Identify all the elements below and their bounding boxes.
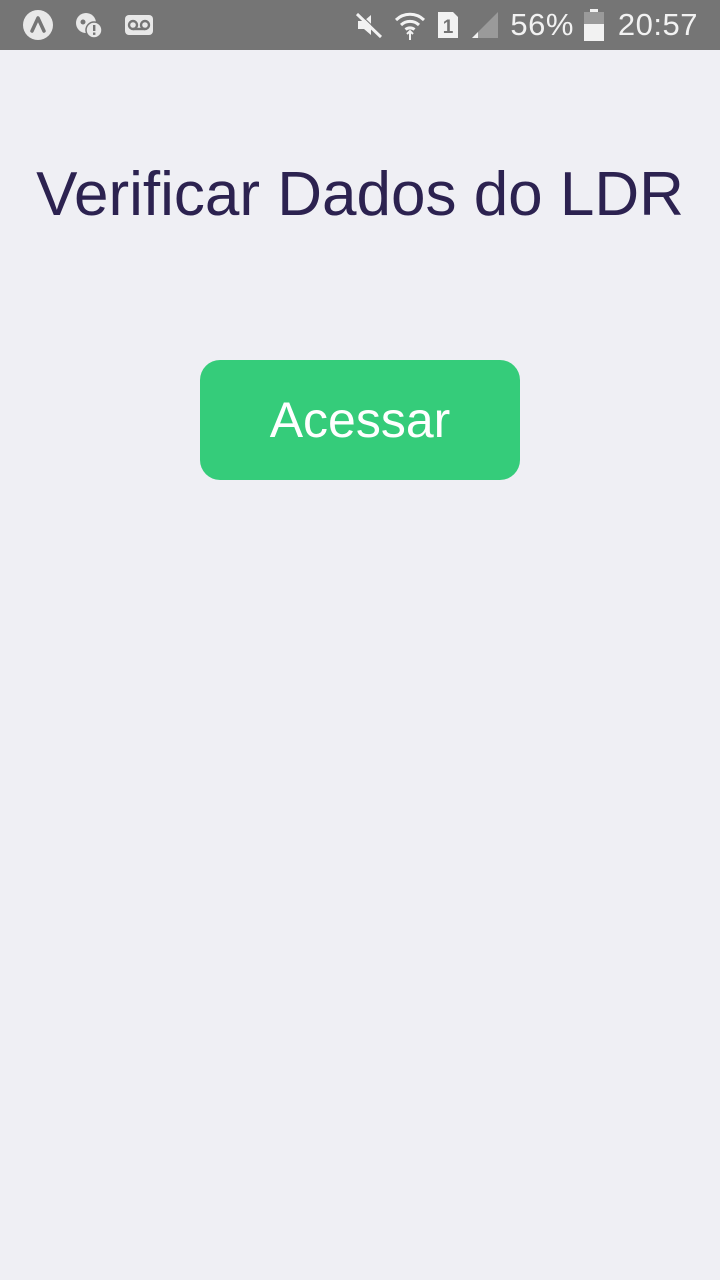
status-bar: 1 56% 20:57 [0,0,720,50]
access-button[interactable]: Acessar [200,360,520,480]
mute-icon [354,10,384,40]
battery-percent: 56% [510,7,574,42]
voicemail-icon [124,14,154,36]
battery-icon [583,9,604,41]
status-bar-time: 20:57 [617,7,698,42]
signal-icon [470,10,500,40]
wifi-icon [394,9,426,41]
app-notification-icon [22,9,54,41]
sim-slot-number: 1 [443,17,454,38]
sim-icon: 1 [436,10,460,40]
status-bar-notifications [22,0,154,50]
page-title: Verificar Dados do LDR [36,160,684,229]
status-bar-system: 1 56% 20:57 [354,0,698,50]
alert-notification-icon [74,10,104,40]
